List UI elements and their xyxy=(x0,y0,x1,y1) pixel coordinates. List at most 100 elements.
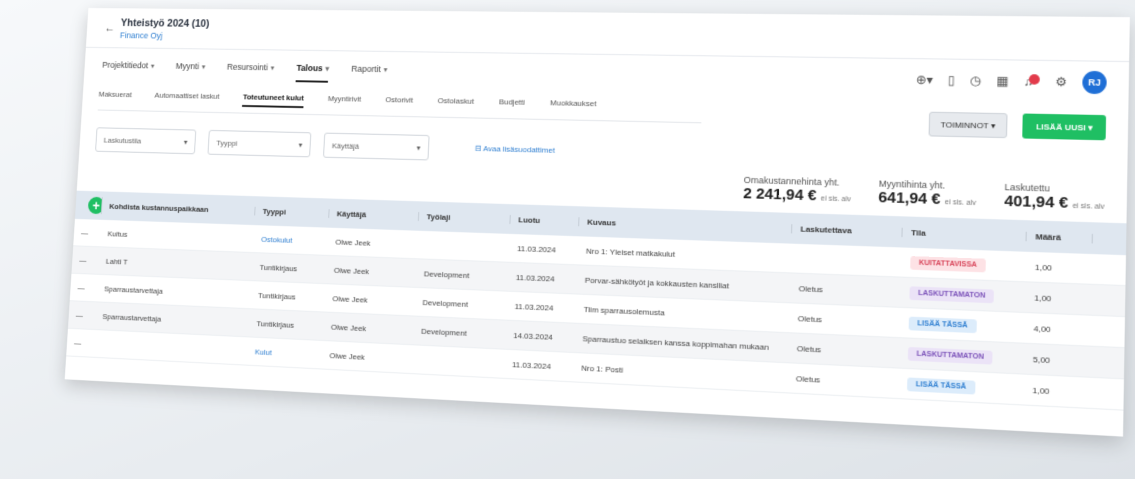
filter-bar: Laskutustila ▾ Tyyppi ▾ Käyttäjä ▾ xyxy=(95,127,430,161)
column-header[interactable]: Työlaji xyxy=(418,211,511,224)
add-row-cell: + xyxy=(75,196,103,215)
quantity-cell: 4,00 xyxy=(1033,323,1051,334)
chevron-down-icon: ▾ xyxy=(325,64,330,74)
status-badge[interactable]: LASKUTTAMATON xyxy=(907,346,993,365)
main-nav: Projektitiedot ▾ Myynti ▾ Resursointi ▾ Tal… xyxy=(101,60,388,84)
work-type-cell: Development xyxy=(423,268,470,280)
tab-budjetti[interactable]: Budjetti xyxy=(498,97,525,112)
total-sales: Myyntihinta yht. 641,94 € ei sis. alv xyxy=(878,178,977,209)
status-badge[interactable]: LASKUTTAMATON xyxy=(909,285,995,303)
filter-icon: ⊟ xyxy=(474,143,482,153)
open-more-filters-link[interactable]: ⊟ Avaa lisäsuodattimet xyxy=(475,144,555,155)
created-cell: 11.03.2024 xyxy=(515,272,555,284)
column-header[interactable]: Luotu xyxy=(510,214,580,226)
avatar[interactable]: RJ xyxy=(1082,70,1107,95)
tab-toteutuneet-kulut[interactable]: Toteutuneet kulut xyxy=(242,92,305,109)
user-cell: Olwe Jeek xyxy=(329,350,366,362)
user-cell: Olwe Jeek xyxy=(332,293,368,305)
column-header[interactable]: Määrä xyxy=(1026,231,1093,243)
notification-badge xyxy=(1029,74,1041,85)
work-type-cell: Development xyxy=(420,326,467,338)
status-badge[interactable]: KUITATTAVISSA xyxy=(910,255,986,272)
quantity-cell: 1,00 xyxy=(1034,292,1052,303)
billing-status-filter[interactable]: Laskutustila ▾ xyxy=(95,127,197,155)
status-cell: KUITATTAVISSA xyxy=(902,255,1027,273)
help-icon[interactable]: ⊕▾ xyxy=(916,72,933,87)
project-title: Yhteistyö 2024 (10) xyxy=(120,17,210,30)
column-header[interactable]: Kuvaus xyxy=(579,216,793,233)
tab-maksuerat[interactable]: Maksuerat xyxy=(98,90,131,105)
status-cell: LASKUTTAMATON xyxy=(901,285,1026,304)
description-cell: Nro 1: Posti xyxy=(581,363,624,375)
total-cost: Omakustannehinta yht. 2 241,94 € ei sis.… xyxy=(742,174,851,205)
description-cell: Tiim sparrausolemusta xyxy=(583,304,665,317)
chevron-down-icon: ▾ xyxy=(183,137,188,147)
row-menu-icon[interactable]: — xyxy=(70,283,97,293)
column-header[interactable]: Laskutettava xyxy=(792,223,903,237)
status-badge[interactable]: LISÄÄ TÄSSÄ xyxy=(907,376,976,395)
billable-cell: Oletus xyxy=(796,343,822,354)
nav-talous[interactable]: Talous ▾ xyxy=(295,63,330,83)
row-menu-icon[interactable]: — xyxy=(74,228,101,237)
toolbar: ⊕▾ ▯ ◷ ▦ ♫ ⚙ RJ xyxy=(916,68,1107,95)
total-billed: Laskutettu 401,94 € ei sis. alv xyxy=(1003,181,1105,212)
tab-automaattiset-laskut[interactable]: Automaattiset laskut xyxy=(154,91,219,106)
nav-projektitiedot[interactable]: Projektitiedot ▾ xyxy=(101,60,155,80)
billable-cell: Oletus xyxy=(797,313,823,324)
tab-ostorivit[interactable]: Ostorivit xyxy=(385,95,413,110)
created-cell: 11.03.2024 xyxy=(516,243,557,255)
status-cell: LISÄÄ TÄSSÄ xyxy=(898,376,1023,396)
column-header[interactable]: Tyyppi xyxy=(255,206,330,218)
calendar-icon[interactable]: ▦ xyxy=(996,74,1009,89)
chevron-down-icon: ▾ xyxy=(383,65,388,75)
project-client-link[interactable]: Finance Oyj xyxy=(120,31,163,41)
chevron-down-icon: ▾ xyxy=(270,63,275,73)
expenses-table: + Kohdista kustannuspaikkaan Tyyppi Käyt… xyxy=(66,190,1127,411)
settings-icon[interactable]: ⚙ xyxy=(1055,75,1067,90)
work-type-cell xyxy=(412,359,504,364)
status-badge[interactable]: LISÄÄ TÄSSÄ xyxy=(908,316,977,333)
nav-raportit[interactable]: Raportit ▾ xyxy=(351,64,388,84)
sub-tabs: Maksuerat Automaattiset laskut Toteutune… xyxy=(97,89,703,124)
tab-muokkaukset[interactable]: Muokkaukset xyxy=(550,98,597,114)
type-cell: Tuntikirjaus xyxy=(257,290,296,301)
created-cell: 14.03.2024 xyxy=(513,330,553,342)
created-cell: 11.03.2024 xyxy=(514,301,554,313)
totals-summary: Omakustannehinta yht. 2 241,94 € ei sis.… xyxy=(743,175,1105,213)
description-cell: Nro 1: Yleiset matkakulut xyxy=(585,246,676,259)
column-header[interactable]: Käyttäjä xyxy=(329,208,420,221)
tab-myyntirivit[interactable]: Myyntirivit xyxy=(327,94,362,109)
add-row-icon[interactable]: + xyxy=(87,196,103,215)
row-menu-icon[interactable]: — xyxy=(69,310,96,320)
type-filter[interactable]: Tyyppi ▾ xyxy=(207,129,312,158)
type-cell: Tuntikirjaus xyxy=(256,318,295,330)
billable-cell: Oletus xyxy=(795,373,821,385)
nav-myynti[interactable]: Myynti ▾ xyxy=(175,61,206,80)
row-menu-icon[interactable]: — xyxy=(67,338,94,348)
row-menu-icon[interactable]: — xyxy=(72,255,99,265)
chevron-down-icon: ▾ xyxy=(416,143,421,152)
quantity-cell: 1,00 xyxy=(1032,385,1050,396)
chevron-down-icon: ▾ xyxy=(201,62,206,72)
document-icon[interactable]: ▯ xyxy=(948,73,955,88)
description-cell: Sparraustuo selaiksen kanssa koppimahan … xyxy=(582,333,770,352)
tab-ostolaskut[interactable]: Ostolaskut xyxy=(437,96,475,111)
column-header[interactable]: Tila xyxy=(902,227,1027,241)
cost-center-cell: Sparraustarvettaja xyxy=(102,311,162,324)
column-header[interactable]: Kohdista kustannuspaikkaan xyxy=(102,201,256,215)
type-cell[interactable]: Ostokulut xyxy=(254,234,329,245)
nav-resursointi[interactable]: Resursointi ▾ xyxy=(226,62,275,82)
user-cell: Olwe Jeek xyxy=(330,322,367,333)
back-arrow-icon[interactable]: ← xyxy=(104,21,115,34)
user-filter[interactable]: Käyttäjä ▾ xyxy=(322,132,430,161)
quantity-cell: 5,00 xyxy=(1032,354,1051,365)
add-new-button[interactable]: LISÄÄ UUSI ▾ xyxy=(1022,113,1107,141)
work-type-cell xyxy=(418,245,510,248)
timer-icon[interactable]: ◷ xyxy=(970,73,982,88)
billable-cell: Oletus xyxy=(798,283,824,294)
type-cell[interactable]: Kulut xyxy=(247,347,322,360)
notifications-icon[interactable]: ♫ xyxy=(1024,74,1041,89)
actions-dropdown-button[interactable]: TOIMINNOT ▾ xyxy=(928,111,1008,139)
app-panel: ← Yhteistyö 2024 (10) Finance Oyj Projek… xyxy=(64,7,1130,437)
quantity-cell: 1,00 xyxy=(1034,262,1053,273)
